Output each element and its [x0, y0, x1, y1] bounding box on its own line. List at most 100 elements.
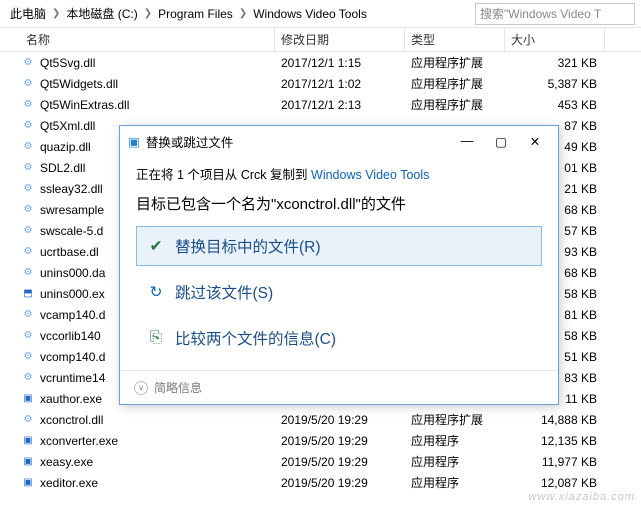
- file-name: swresample: [40, 203, 104, 217]
- file-name: unins000.ex: [40, 287, 105, 301]
- table-row[interactable]: ▣ xeasy.exe 2019/5/20 19:29应用程序11,977 KB: [0, 451, 641, 472]
- table-row[interactable]: ⚙Qt5WinExtras.dll2017/12/1 2:13应用程序扩展453…: [0, 94, 641, 115]
- file-name: vccorlib140: [40, 329, 101, 343]
- file-icon: ⚙: [20, 55, 36, 71]
- file-name: swscale-5.d: [40, 224, 103, 238]
- file-icon: ▣: [20, 391, 36, 407]
- breadcrumb-seg-current[interactable]: Windows Video Tools: [249, 7, 371, 21]
- chevron-right-icon: ❯: [50, 8, 62, 19]
- file-icon: ⚙: [20, 307, 36, 323]
- close-button[interactable]: ✕: [520, 129, 550, 153]
- file-name: Qt5Xml.dll: [40, 119, 95, 133]
- more-info-label: 简略信息: [154, 379, 202, 396]
- breadcrumb: 此电脑 ❯ 本地磁盘 (C:) ❯ Program Files ❯ Window…: [0, 0, 641, 28]
- file-name: Qt5WinExtras.dll: [40, 98, 129, 112]
- dialog-footer[interactable]: ˅ 简略信息: [120, 370, 558, 404]
- conflict-message: 目标已包含一个名为"xconctrol.dll"的文件: [136, 193, 542, 214]
- option-compare[interactable]: ⎘ 比较两个文件的信息(C): [136, 318, 542, 358]
- file-type: 应用程序: [405, 474, 505, 491]
- table-row[interactable]: ▣ xeditor.exe 2019/5/20 19:29应用程序12,087 KB: [0, 472, 641, 493]
- copy-icon: ▣: [128, 134, 140, 149]
- check-icon: ✔: [147, 237, 165, 256]
- minimize-button[interactable]: —: [452, 129, 482, 153]
- file-date: 2019/5/20 19:29: [275, 434, 405, 448]
- replace-dialog: ▣ 替换或跳过文件 — ▢ ✕ 正在将 1 个项目从 Crck 复制到 Wind…: [119, 125, 559, 405]
- file-name: Qt5Svg.dll: [40, 56, 95, 70]
- file-name: xconverter.exe: [40, 434, 118, 448]
- search-input[interactable]: 搜索"Windows Video T: [475, 3, 635, 25]
- file-icon: ▣: [20, 433, 36, 449]
- search-placeholder: 搜索"Windows Video T: [480, 5, 601, 22]
- file-date: 2017/12/1 1:15: [275, 56, 405, 70]
- file-date: 2019/5/20 19:29: [275, 455, 405, 469]
- col-size[interactable]: 大小: [505, 28, 605, 51]
- file-date: 2017/12/1 2:13: [275, 98, 405, 112]
- file-name: xconctrol.dll: [40, 413, 103, 427]
- breadcrumb-seg-pc[interactable]: 此电脑: [6, 5, 50, 22]
- file-icon: ⚙: [20, 349, 36, 365]
- destination-link[interactable]: Windows Video Tools: [311, 168, 429, 182]
- dialog-titlebar: ▣ 替换或跳过文件 — ▢ ✕: [120, 126, 558, 156]
- file-date: 2017/12/1 1:02: [275, 77, 405, 91]
- table-row[interactable]: ⚙ xconctrol.dll 2019/5/20 19:29应用程序扩展14,88…: [0, 409, 641, 430]
- table-row[interactable]: ▣xconverter.exe2019/5/20 19:29应用程序12,135…: [0, 430, 641, 451]
- column-headers: 名称 修改日期 类型 大小: [0, 28, 641, 52]
- file-name: xauthor.exe: [40, 392, 102, 406]
- breadcrumb-seg-drive[interactable]: 本地磁盘 (C:): [62, 5, 141, 22]
- option-replace[interactable]: ✔ 替换目标中的文件(R): [136, 226, 542, 266]
- file-icon: ▣: [20, 475, 36, 491]
- file-icon: ▣: [20, 454, 36, 470]
- file-size: 14,888 KB: [505, 413, 605, 427]
- chevron-right-icon: ❯: [142, 8, 154, 19]
- file-name: SDL2.dll: [40, 161, 85, 175]
- col-date[interactable]: 修改日期: [275, 28, 405, 51]
- file-name: Qt5Widgets.dll: [40, 77, 118, 91]
- file-size: 12,087 KB: [505, 476, 605, 490]
- file-date: 2019/5/20 19:29: [275, 413, 405, 427]
- col-type[interactable]: 类型: [405, 28, 505, 51]
- file-name: ucrtbase.dl: [40, 245, 99, 259]
- file-type: 应用程序: [405, 432, 505, 449]
- breadcrumb-seg-programfiles[interactable]: Program Files: [154, 7, 237, 21]
- file-icon: ⚙: [20, 202, 36, 218]
- file-icon: ⚙: [20, 328, 36, 344]
- file-type: 应用程序扩展: [405, 96, 505, 113]
- file-icon: ⚙: [20, 139, 36, 155]
- file-icon: ⚙: [20, 370, 36, 386]
- file-type: 应用程序: [405, 453, 505, 470]
- file-name: vcruntime14: [40, 371, 105, 385]
- file-icon: ⚙: [20, 181, 36, 197]
- file-icon: ⬒: [20, 286, 36, 302]
- file-name: xeasy.exe: [40, 455, 93, 469]
- file-type: 应用程序扩展: [405, 54, 505, 71]
- file-type: 应用程序扩展: [405, 411, 505, 428]
- file-name: ssleay32.dll: [40, 182, 103, 196]
- file-size: 321 KB: [505, 56, 605, 70]
- file-name: xeditor.exe: [40, 476, 98, 490]
- file-name: unins000.da: [40, 266, 105, 280]
- table-row[interactable]: ⚙ Qt5Widgets.dll 2017/12/1 1:02应用程序扩展5,387…: [0, 73, 641, 94]
- file-icon: ⚙: [20, 223, 36, 239]
- maximize-button[interactable]: ▢: [486, 129, 516, 153]
- option-skip[interactable]: ↻ 跳过该文件(S): [136, 272, 542, 312]
- file-name: vcomp140.d: [40, 350, 105, 364]
- file-name: vcamp140.d: [40, 308, 105, 322]
- file-size: 5,387 KB: [505, 77, 605, 91]
- file-size: 11,977 KB: [505, 455, 605, 469]
- dialog-title: 替换或跳过文件: [146, 132, 234, 151]
- table-row[interactable]: ⚙ Qt5Svg.dll 2017/12/1 1:15应用程序扩展321 KB: [0, 52, 641, 73]
- col-name[interactable]: 名称: [20, 28, 275, 51]
- chevron-down-icon: ˅: [134, 381, 148, 395]
- file-icon: ⚙: [20, 412, 36, 428]
- compare-icon: ⎘: [147, 329, 165, 347]
- file-name: quazip.dll: [40, 140, 91, 154]
- file-icon: ⚙: [20, 265, 36, 281]
- file-type: 应用程序扩展: [405, 75, 505, 92]
- file-icon: ⚙: [20, 160, 36, 176]
- file-icon: ⚙: [20, 244, 36, 260]
- file-icon: ⚙: [20, 97, 36, 113]
- file-icon: ⚙: [20, 76, 36, 92]
- chevron-right-icon: ❯: [237, 8, 249, 19]
- file-date: 2019/5/20 19:29: [275, 476, 405, 490]
- copy-status-line: 正在将 1 个项目从 Crck 复制到 Windows Video Tools: [136, 164, 542, 183]
